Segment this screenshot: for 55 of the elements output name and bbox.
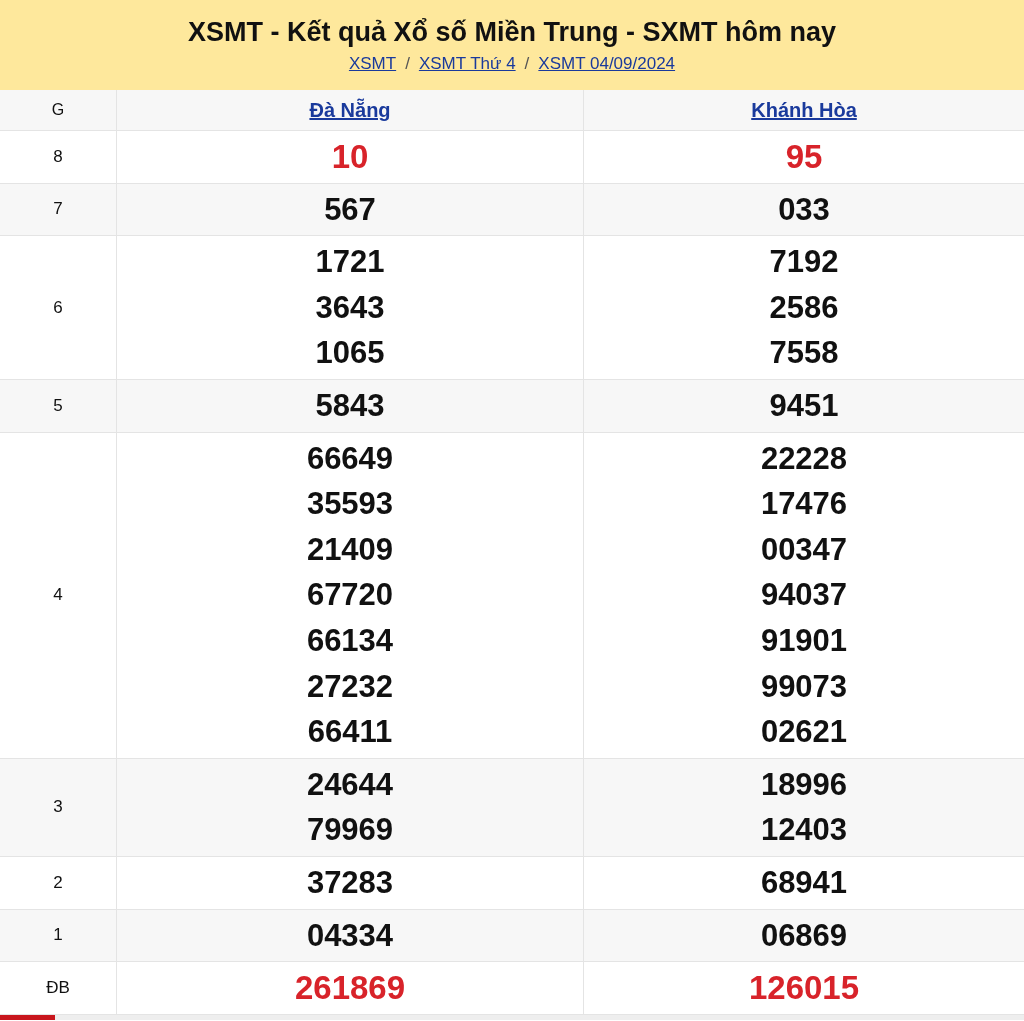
prize-label: 4	[53, 585, 63, 606]
prize-label: ĐB	[46, 977, 70, 998]
prize-label: 8	[53, 146, 63, 167]
column-title: G	[51, 101, 65, 119]
result-number: 1721	[315, 243, 385, 282]
result-number: 68941	[760, 863, 848, 902]
result-number: 66134	[306, 621, 394, 660]
breadcrumb-link[interactable]: XSMT 04/09/2024	[538, 53, 676, 74]
result-number: 66411	[307, 713, 393, 752]
result-number: 66649	[306, 439, 394, 478]
result-number: 7192	[769, 243, 839, 282]
result-number: 94037	[760, 576, 848, 615]
result-number: 7558	[769, 334, 839, 373]
breadcrumb-link[interactable]: XSMT	[348, 53, 397, 74]
breadcrumb-separator: /	[405, 53, 410, 74]
result-number: 95	[785, 137, 823, 177]
result-number: 24644	[306, 765, 394, 804]
prize-label: 3	[53, 797, 63, 818]
prize-label: 5	[53, 395, 63, 416]
result-number: 126015	[748, 968, 860, 1009]
result-number: 1065	[315, 334, 385, 373]
result-number: 10	[331, 137, 369, 177]
result-number: 27232	[306, 667, 394, 706]
result-number: 2586	[769, 288, 839, 327]
result-number: 567	[324, 190, 376, 229]
result-number: 79969	[306, 811, 394, 850]
result-number: 9451	[769, 386, 839, 425]
result-number: 00347	[760, 530, 848, 569]
result-number: 3643	[315, 288, 385, 327]
result-number: 22228	[760, 439, 848, 478]
prize-label: 1	[53, 925, 63, 946]
result-number: 91901	[760, 621, 848, 660]
result-number: 12403	[760, 811, 848, 850]
province-link[interactable]: Đà Nẵng	[309, 98, 391, 122]
result-number: 99073	[760, 667, 848, 706]
scroll-indicator	[0, 1014, 55, 1020]
result-number: 21409	[306, 530, 394, 569]
page-title: XSMT - Kết quả Xổ số Miền Trung - SXMT hôm nay	[188, 16, 836, 48]
breadcrumb-link[interactable]: XSMT Thứ 4	[418, 53, 516, 74]
result-number: 17476	[760, 485, 848, 524]
breadcrumb-separator: /	[524, 53, 530, 74]
province-link[interactable]: Khánh Hòa	[751, 98, 857, 122]
result-number: 033	[778, 190, 830, 229]
prize-label: 2	[53, 872, 63, 893]
prize-label: 6	[53, 297, 63, 318]
result-number: 67720	[306, 576, 394, 615]
result-number: 37283	[306, 863, 394, 902]
result-number: 261869	[294, 968, 406, 1009]
result-number: 02621	[760, 713, 848, 752]
result-number: 18996	[760, 765, 848, 804]
prize-label: 7	[53, 199, 63, 220]
result-number: 35593	[306, 485, 394, 524]
result-number: 04334	[306, 916, 394, 955]
result-number: 5843	[315, 386, 385, 425]
result-number: 06869	[760, 916, 848, 955]
